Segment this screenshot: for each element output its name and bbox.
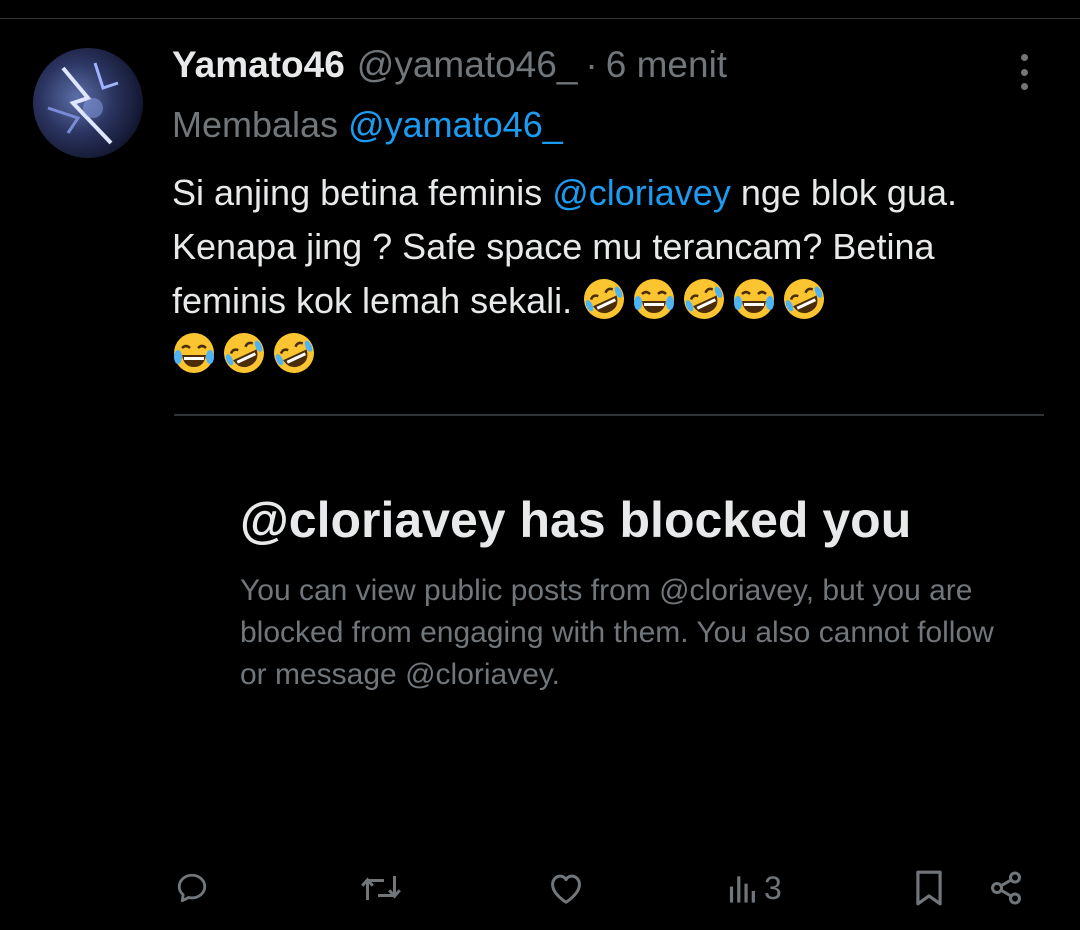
share-icon (991, 871, 1021, 905)
views-button[interactable]: 3 (728, 858, 782, 918)
reply-icon (177, 873, 207, 903)
tweet-header: Yamato46 @yamato46_ · 6 menit (172, 44, 727, 90)
card-divider (174, 414, 1044, 416)
views-count: 3 (764, 869, 782, 906)
emoji: 😂 (172, 333, 222, 375)
reply-context: Membalas @yamato46_ (172, 104, 563, 146)
retweet-icon (361, 876, 401, 900)
emoji: 😂 (632, 279, 682, 321)
bookmark-icon (916, 870, 942, 906)
reply-to-link[interactable]: @yamato46_ (348, 104, 563, 145)
card-body: You can view public posts from @cloriave… (240, 574, 994, 691)
share-button[interactable] (988, 858, 1024, 918)
rolling-laughing-emoji-icon: 🤣 (684, 279, 725, 319)
tweet-text-part1: Si anjing betina feminis (172, 172, 553, 213)
emoji: 🤣 (272, 333, 322, 375)
emoji: 🤣 (782, 279, 832, 321)
rolling-laughing-emoji-icon: 🤣 (274, 333, 314, 373)
author-handle[interactable]: @yamato46_ (357, 44, 578, 86)
header-separator: · (585, 44, 598, 85)
tears-of-joy-emoji-icon: 😂 (174, 333, 214, 373)
rolling-laughing-emoji-icon: 🤣 (784, 279, 825, 319)
views-icon (729, 876, 755, 903)
more-options-icon[interactable] (1006, 52, 1042, 92)
reply-prefix: Membalas (172, 104, 339, 145)
avatar[interactable] (33, 48, 143, 158)
tears-of-joy-emoji-icon: 😂 (734, 279, 775, 319)
embedded-blocked-card[interactable]: @cloriavey has blocked you You can view … (240, 488, 1020, 696)
reply-button[interactable] (174, 858, 210, 918)
retweet-button[interactable] (358, 858, 404, 918)
emoji: 🤣 (682, 279, 732, 321)
action-bar: 3 (0, 858, 1080, 918)
author-name[interactable]: Yamato46 (172, 44, 345, 86)
avatar-image (47, 62, 119, 145)
like-button[interactable] (547, 858, 585, 918)
like-icon (551, 874, 581, 904)
emoji: 🤣 (222, 333, 272, 375)
card-title: @cloriavey has blocked you (240, 492, 912, 548)
top-divider (0, 18, 1080, 19)
bookmark-button[interactable] (914, 858, 944, 918)
tweet-text: Si anjing betina feminis @cloriavey nge … (172, 166, 1052, 382)
tears-of-joy-emoji-icon: 😂 (634, 279, 675, 319)
emoji: 🤣 (582, 279, 632, 321)
timestamp[interactable]: 6 menit (606, 44, 727, 86)
rolling-laughing-emoji-icon: 🤣 (224, 333, 264, 373)
rolling-laughing-emoji-icon: 🤣 (584, 279, 625, 319)
emoji: 😂 (732, 279, 782, 321)
tweet-mention-link[interactable]: @cloriavey (552, 172, 731, 213)
